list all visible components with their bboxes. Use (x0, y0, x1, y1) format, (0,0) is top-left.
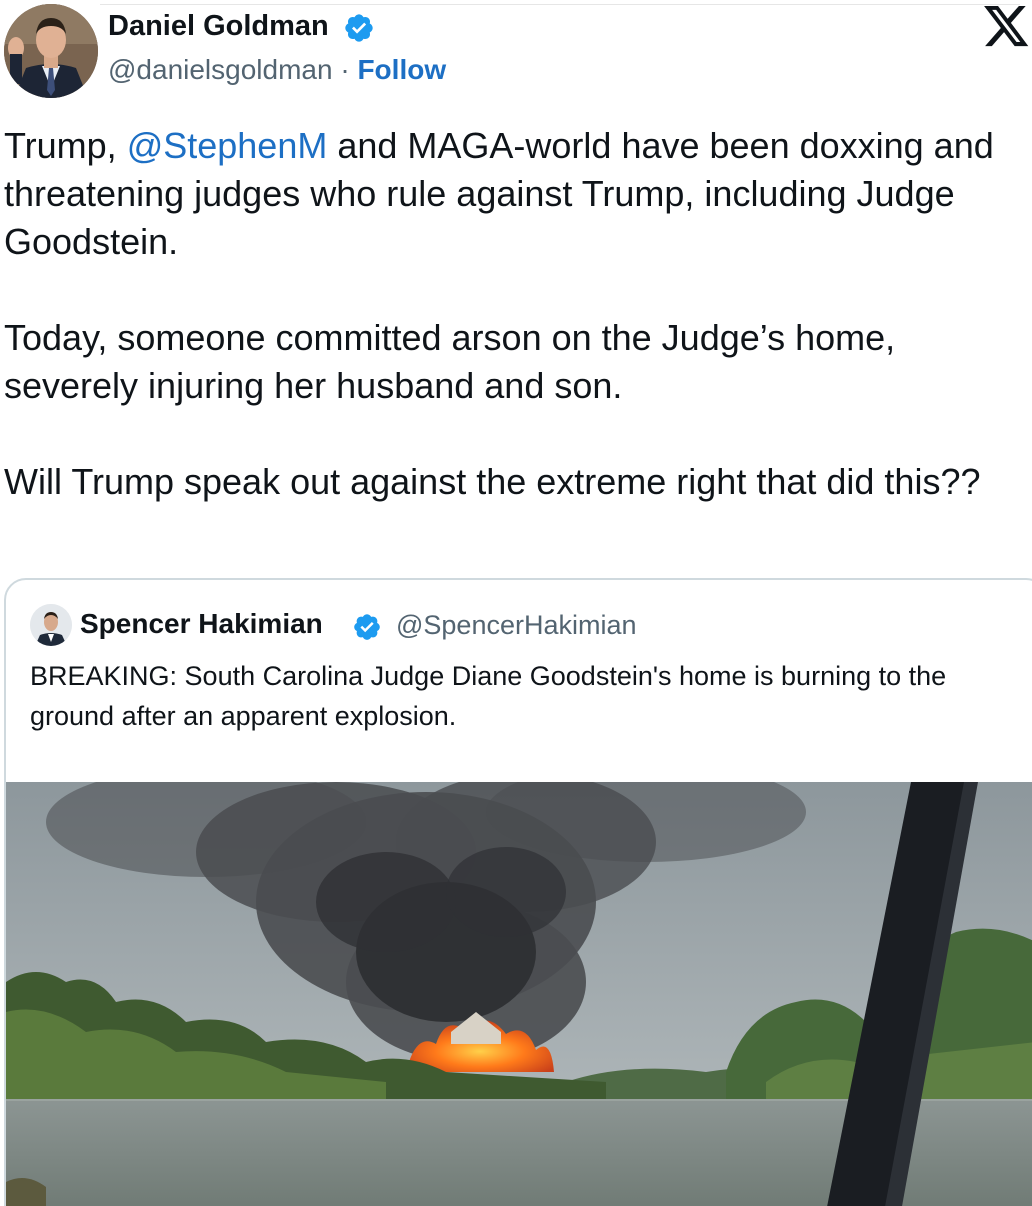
author-handle-row: @danielsgoldman · Follow (108, 54, 446, 86)
follow-button[interactable]: Follow (357, 54, 446, 85)
verified-badge-icon (354, 614, 380, 640)
quoted-tweet-card[interactable]: Spencer Hakimian @SpencerHakimian BREAKI… (4, 578, 1032, 1206)
author-handle[interactable]: @danielsgoldman (108, 54, 333, 85)
quoted-author-name[interactable]: Spencer Hakimian (80, 608, 323, 640)
quoted-author-avatar[interactable] (30, 604, 72, 646)
quoted-tweet-text: BREAKING: South Carolina Judge Diane Goo… (30, 661, 947, 731)
quoted-tweet-photo[interactable] (6, 782, 1032, 1206)
top-divider (100, 4, 1020, 5)
tweet-paragraph-2: Today, someone committed arson on the Ju… (4, 317, 896, 406)
mention-link[interactable]: @StephenM (127, 125, 328, 166)
tweet-text-segment: Trump, (4, 125, 127, 166)
tweet-paragraph-3: Will Trump speak out against the extreme… (4, 461, 981, 502)
tweet-paragraph-1: Trump, @StephenM and MAGA-world have bee… (4, 122, 1024, 266)
author-avatar[interactable] (4, 4, 98, 98)
handle-separator: · (340, 54, 350, 85)
x-logo-icon[interactable] (984, 6, 1030, 48)
tweet-text: Trump, @StephenM and MAGA-world have bee… (4, 122, 1024, 506)
quoted-author-handle[interactable]: @SpencerHakimian (396, 610, 637, 641)
tweet-embed: Daniel Goldman @danielsgoldman · Follow … (0, 0, 1032, 1206)
author-name[interactable]: Daniel Goldman (108, 10, 329, 43)
verified-badge-icon (345, 14, 373, 42)
